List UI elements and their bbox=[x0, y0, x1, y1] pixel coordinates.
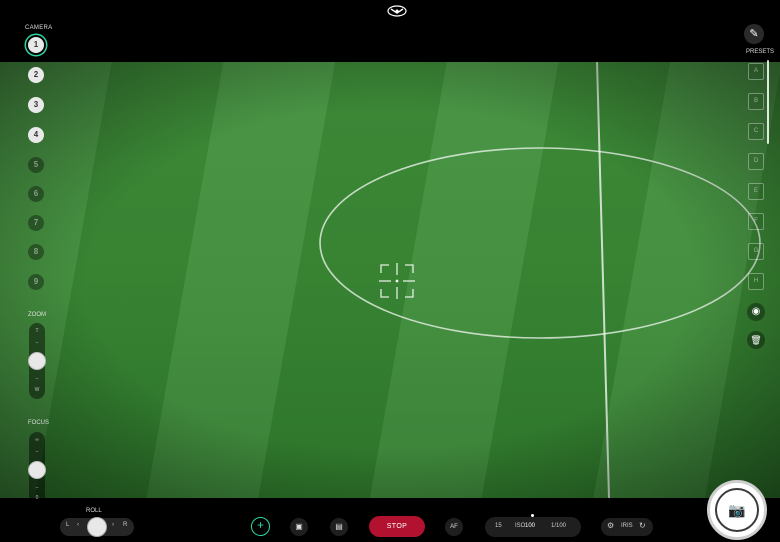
roll-label: ROLL bbox=[86, 508, 102, 514]
camera-label: CAMERA bbox=[25, 25, 53, 31]
preset-b[interactable]: B bbox=[748, 93, 764, 110]
roll-slider-knob[interactable] bbox=[87, 517, 107, 537]
camera-button-7[interactable]: 7 bbox=[28, 215, 44, 231]
wrench-icon[interactable]: ✎ bbox=[744, 24, 764, 44]
preset-c[interactable]: C bbox=[748, 123, 764, 140]
roll-tick: › bbox=[112, 522, 114, 528]
camera-button-5[interactable]: 5 bbox=[28, 157, 44, 173]
focus-tick: – bbox=[35, 485, 39, 491]
iris-control[interactable]: ⚙ IRIS ↻ bbox=[601, 518, 653, 536]
zoom-wide-label: W bbox=[34, 387, 40, 393]
stop-button[interactable]: STOP bbox=[369, 516, 425, 537]
roll-left-label: L bbox=[66, 522, 70, 528]
camera-button-4[interactable]: 4 bbox=[28, 127, 44, 143]
camera-button-8[interactable]: 8 bbox=[28, 244, 44, 260]
exposure-indicator bbox=[531, 514, 534, 517]
iso-value: 100 bbox=[525, 523, 536, 529]
document-icon[interactable]: ▤ bbox=[330, 518, 348, 536]
presets-label: PRESETS bbox=[746, 49, 775, 55]
zoom-slider-knob[interactable] bbox=[28, 352, 46, 370]
focus-label: FOCUS bbox=[28, 420, 49, 426]
exposure-control[interactable]: 15 ISO 100 1/100 bbox=[485, 514, 581, 537]
roll-slider[interactable]: L ‹ › R bbox=[60, 517, 134, 537]
exposure-value: 15 bbox=[495, 523, 502, 529]
trash-icon[interactable]: 🗑 bbox=[747, 331, 765, 349]
preset-h[interactable]: H bbox=[748, 273, 764, 290]
shutter-value: 1/100 bbox=[551, 523, 567, 529]
preset-e[interactable]: E bbox=[748, 183, 764, 200]
focus-far-label: ∞ bbox=[35, 437, 39, 443]
zoom-tick: – bbox=[35, 340, 39, 346]
record-icon[interactable]: ◉ bbox=[747, 303, 765, 321]
focus-slider-knob[interactable] bbox=[28, 461, 46, 479]
crosshair-reticle bbox=[379, 263, 415, 299]
capture-button[interactable]: 📷 bbox=[707, 480, 767, 540]
zoom-tick: – bbox=[35, 376, 39, 382]
camera-button-1[interactable]: 1 bbox=[28, 37, 44, 53]
gear-icon[interactable]: ⚙ bbox=[607, 521, 614, 530]
zoom-label: ZOOM bbox=[28, 312, 46, 318]
roll-tick: ‹ bbox=[77, 522, 79, 528]
frame-icon[interactable]: ▣ bbox=[290, 518, 308, 536]
zoom-tele-label: T bbox=[35, 328, 39, 334]
zoom-slider[interactable]: T – – W bbox=[28, 323, 46, 399]
camera-button-6[interactable]: 6 bbox=[28, 186, 44, 202]
preset-a[interactable]: A bbox=[748, 63, 764, 80]
preset-g[interactable]: G bbox=[748, 243, 764, 260]
camera-button-3[interactable]: 3 bbox=[28, 97, 44, 113]
preset-d[interactable]: D bbox=[748, 153, 764, 170]
camera-button-9[interactable]: 9 bbox=[28, 274, 44, 290]
camera-icon: 📷 bbox=[715, 488, 759, 532]
focus-tick: – bbox=[35, 449, 39, 455]
iris-label: IRIS bbox=[621, 523, 633, 529]
preset-f[interactable]: F bbox=[748, 213, 764, 230]
camera-button-2[interactable]: 2 bbox=[28, 67, 44, 83]
drone-icon bbox=[387, 5, 407, 17]
crosshair-icon[interactable]: + bbox=[251, 517, 270, 536]
autofocus-button[interactable]: AF bbox=[445, 518, 463, 536]
roll-right-label: R bbox=[123, 522, 128, 528]
iso-label: ISO bbox=[515, 523, 526, 529]
refresh-icon[interactable]: ↻ bbox=[639, 521, 646, 530]
presets-scrollbar[interactable] bbox=[767, 60, 769, 144]
focus-near-label: 0 bbox=[35, 495, 39, 501]
focus-slider[interactable]: ∞ – – 0 bbox=[28, 432, 46, 508]
